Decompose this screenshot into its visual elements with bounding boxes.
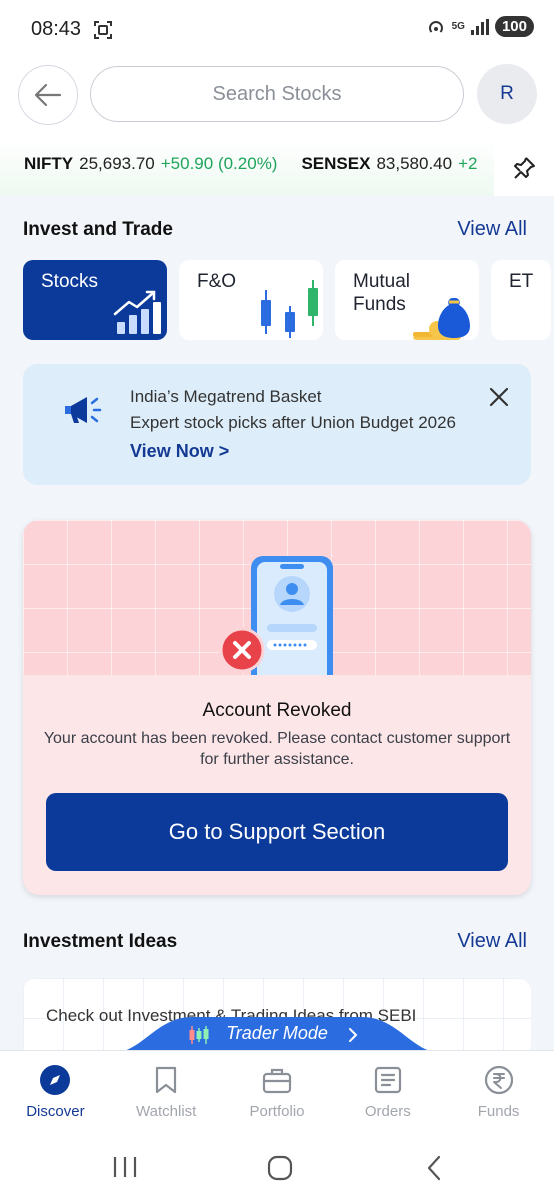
- battery-level: 100: [494, 16, 534, 37]
- candlestick-icon: [189, 1026, 209, 1044]
- screenshot-icon: [94, 21, 112, 39]
- trader-mode-toggle[interactable]: Trader Mode: [112, 1015, 442, 1053]
- top-header: Search Stocks R: [0, 58, 554, 140]
- trader-mode-label: Trader Mode: [226, 1023, 328, 1043]
- nav-label: Portfolio: [249, 1103, 305, 1120]
- ticker-name: SENSEX: [301, 154, 371, 173]
- compass-icon: [40, 1065, 71, 1095]
- revoked-title: Account Revoked: [202, 700, 352, 721]
- recent-apps-icon[interactable]: [113, 1156, 137, 1178]
- hotspot-icon: [428, 20, 443, 33]
- close-icon[interactable]: [488, 386, 510, 408]
- back-button[interactable]: [18, 65, 78, 125]
- pin-icon: [514, 157, 535, 179]
- ticker-change: +2: [458, 154, 478, 173]
- briefcase-icon: [262, 1068, 292, 1094]
- search-input[interactable]: Search Stocks: [90, 66, 464, 122]
- ticker-value: 25,693.70: [79, 154, 155, 173]
- market-ticker: NIFTY 25,693.70 +50.90 (0.20%) SENSEX 83,580…: [0, 140, 554, 196]
- nav-discover[interactable]: Discover: [0, 1051, 111, 1135]
- ticker-change: +50.90 (0.20%): [160, 154, 278, 173]
- invest-section-title: Invest and Trade: [23, 219, 173, 240]
- phone-profile-icon: [219, 556, 333, 675]
- nav-label: Funds: [477, 1103, 520, 1120]
- back-nav-icon[interactable]: [426, 1155, 442, 1181]
- nav-label: Discover: [26, 1103, 85, 1120]
- revoked-illustration: [23, 520, 531, 675]
- ticker-value: 83,580.40: [376, 154, 453, 173]
- nav-label: Watchlist: [136, 1103, 197, 1120]
- category-label: F&O: [197, 271, 237, 292]
- category-label: Mutual Funds: [353, 271, 411, 315]
- bottom-navigation: Discover Watchlist Portfolio Orders Fund…: [0, 1050, 554, 1135]
- bookmark-icon: [156, 1066, 177, 1094]
- category-stocks[interactable]: Stocks: [23, 260, 167, 340]
- home-icon[interactable]: [267, 1155, 293, 1181]
- support-section-button[interactable]: Go to Support Section: [46, 793, 508, 871]
- network-type: 5G: [451, 20, 465, 32]
- category-label: Stocks: [41, 271, 99, 292]
- banner-subtitle: Expert stock picks after Union Budget 20…: [130, 413, 457, 432]
- invest-view-all-link[interactable]: View All: [457, 218, 527, 241]
- chevron-right-icon: [349, 1028, 358, 1042]
- ideas-view-all-link[interactable]: View All: [457, 930, 527, 953]
- avatar[interactable]: R: [477, 64, 537, 124]
- nav-label: Orders: [364, 1103, 411, 1120]
- nav-funds[interactable]: Funds: [443, 1051, 554, 1135]
- money-bag-icon: [413, 298, 470, 340]
- category-etf[interactable]: ET: [491, 260, 551, 340]
- nav-orders[interactable]: Orders: [332, 1051, 443, 1135]
- signal-icon: [470, 18, 489, 35]
- nav-watchlist[interactable]: Watchlist: [111, 1051, 222, 1135]
- ideas-section-title: Investment Ideas: [23, 931, 178, 952]
- revoked-message: Your account has been revoked. Please co…: [43, 730, 511, 768]
- bar-growth-icon: [113, 290, 161, 334]
- banner-view-now-link[interactable]: View Now >: [130, 441, 229, 462]
- status-bar: 08:43 5G 100: [0, 0, 554, 58]
- account-revoked-card: Account Revoked Your account has been re…: [23, 520, 531, 895]
- status-time: 08:43: [31, 18, 82, 40]
- candlestick-icon: [261, 280, 318, 338]
- rupee-icon: [484, 1065, 513, 1095]
- category-label: ET: [509, 271, 534, 292]
- pin-ticker-button[interactable]: [494, 140, 554, 196]
- system-navigation-bar: [0, 1135, 554, 1200]
- banner-title: India’s Megatrend Basket: [130, 387, 322, 406]
- category-mutual-funds[interactable]: Mutual Funds: [335, 260, 479, 340]
- category-fno[interactable]: F&O: [179, 260, 323, 340]
- ticker-name: NIFTY: [24, 154, 74, 173]
- arrow-left-icon: [34, 83, 62, 107]
- nav-portfolio[interactable]: Portfolio: [222, 1051, 333, 1135]
- document-icon: [374, 1066, 401, 1094]
- promo-banner[interactable]: India’s Megatrend Basket Expert stock pi…: [23, 364, 531, 485]
- megaphone-icon: [65, 397, 102, 423]
